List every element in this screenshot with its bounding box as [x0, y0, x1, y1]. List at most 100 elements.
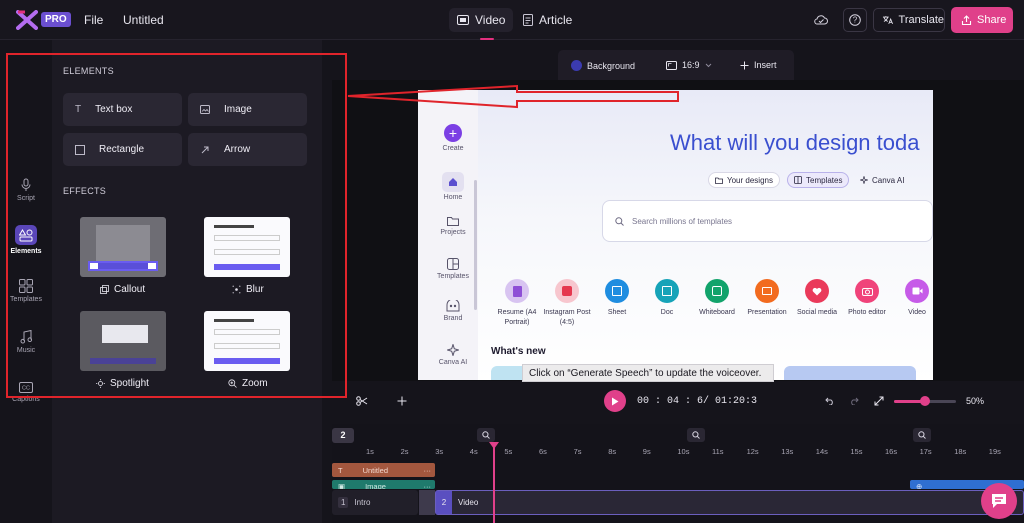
ruler-tick: 18s — [954, 447, 967, 456]
total-time: / 01:20:3 — [703, 396, 758, 407]
heart-icon — [805, 279, 829, 303]
expand-icon — [874, 396, 884, 406]
pill-canva-ai: Canva AI — [854, 172, 910, 188]
ruler-tick: 12s — [746, 447, 759, 456]
file-menu[interactable]: File — [84, 13, 103, 27]
background-swatch — [571, 60, 582, 71]
scene-intro-index: 1 — [338, 497, 349, 508]
zoom-slider-handle[interactable] — [920, 396, 930, 406]
scene-transition[interactable] — [419, 490, 435, 515]
category-video: Video — [892, 279, 933, 318]
ruler-tick: 7s — [573, 447, 582, 456]
top-bar: PRO File Untitled Video Article ? Transl… — [0, 0, 1024, 40]
ruler-tick: 14s — [815, 447, 828, 456]
undo-button[interactable] — [821, 392, 839, 410]
screenshot-hero-title: What will you design toda — [670, 130, 920, 155]
tab-article[interactable]: Article — [515, 8, 580, 32]
zoom-clip-icon: ⊕ — [916, 482, 923, 489]
pill-your-designs-label: Your designs — [727, 175, 773, 185]
fullscreen-button[interactable] — [870, 392, 888, 410]
category-presentation-label: Presentation — [747, 309, 787, 316]
ruler-tick: 1s — [366, 447, 374, 456]
screenshot-create-label: Create — [442, 145, 464, 152]
active-tab-indicator — [480, 38, 494, 40]
more-icon[interactable]: ··· — [424, 466, 432, 475]
document-title[interactable]: Untitled — [123, 13, 164, 27]
aspect-ratio-select[interactable]: 16:9 — [666, 60, 712, 70]
canvas-screenshot[interactable]: + Create Home Projects Templates Brand C… — [418, 90, 933, 380]
translate-button[interactable]: Translate — [873, 8, 945, 32]
background-button[interactable]: Background — [571, 60, 635, 71]
screenshot-search-placeholder: Search millions of templates — [632, 216, 733, 226]
share-label: Share — [977, 14, 1007, 26]
insert-button[interactable]: Insert — [740, 60, 777, 70]
category-sheet-label: Sheet — [607, 309, 627, 316]
template-icon — [447, 258, 459, 270]
category-instagram-label: Instagram Post (4:5) — [543, 309, 591, 326]
video-icon — [457, 15, 469, 25]
app-logo[interactable] — [16, 10, 38, 30]
document-icon — [523, 14, 533, 26]
text-clip-icon: T — [338, 465, 343, 475]
help-button[interactable]: ? — [843, 8, 867, 32]
presentation-icon — [755, 279, 779, 303]
zoom-marker-2[interactable] — [687, 428, 705, 442]
annotation-highlight-box — [6, 53, 347, 398]
camera-icon — [855, 279, 879, 303]
split-button[interactable] — [353, 392, 371, 410]
svg-text:?: ? — [853, 16, 858, 25]
screenshot-canva-ai: Canva AI — [428, 344, 478, 366]
ruler-tick: 16s — [885, 447, 898, 456]
ruler-tick: 11s — [712, 447, 724, 456]
annotation-arrow — [347, 84, 679, 109]
category-instagram: Instagram Post (4:5) — [542, 279, 592, 328]
zoom-slider[interactable] — [894, 396, 956, 406]
scene-video[interactable]: 2 Video — [435, 490, 1024, 515]
ruler-tick: 8s — [608, 447, 617, 456]
scissors-icon — [356, 396, 368, 406]
more-icon[interactable]: ··· — [424, 480, 432, 489]
canvas-toolbar: Background 16:9 Insert — [558, 50, 794, 80]
search-icon — [615, 216, 624, 226]
cloud-sync-button[interactable] — [810, 9, 832, 31]
playhead-handle[interactable] — [489, 442, 499, 449]
template-small-icon — [794, 176, 802, 184]
folder-icon — [447, 217, 459, 226]
screenshot-brand: Brand — [428, 300, 478, 322]
pro-badge: PRO — [41, 12, 71, 27]
scene-intro[interactable]: 1 Intro — [332, 490, 418, 515]
tab-video-label: Video — [475, 13, 506, 27]
home-icon — [442, 172, 464, 192]
category-resume-label: Resume (A4 Portrait) — [497, 309, 537, 326]
zoom-marker-1[interactable] — [477, 428, 495, 442]
tab-video[interactable]: Video — [449, 8, 514, 32]
ruler-tick: 15s — [850, 447, 863, 456]
cloud-icon — [814, 15, 828, 25]
zoom-marker-3[interactable] — [913, 428, 931, 442]
redo-button[interactable] — [845, 392, 863, 410]
timeline-text-clip[interactable]: T Untitled ··· — [332, 463, 435, 477]
category-doc-label: Doc — [660, 309, 674, 316]
timeline-image-clip[interactable]: ▣ Image ··· — [332, 480, 435, 489]
category-photo-editor: Photo editor — [842, 279, 892, 318]
voiceover-tooltip: Click on “Generate Speech” to update the… — [522, 364, 774, 382]
create-plus-icon: + — [444, 124, 462, 142]
insert-label: Insert — [754, 60, 777, 70]
ruler-tick: 19s — [988, 447, 1001, 456]
share-button[interactable]: Share — [951, 7, 1013, 33]
tab-article-label: Article — [539, 13, 573, 27]
question-icon: ? — [849, 14, 861, 26]
scene-intro-label: Intro — [354, 498, 371, 507]
play-button[interactable] — [604, 390, 626, 412]
playhead[interactable] — [493, 444, 495, 523]
image-clip-icon: ▣ — [338, 482, 346, 489]
category-social-media: Social media — [792, 279, 842, 318]
add-scene-button[interactable] — [393, 392, 411, 410]
screenshot-canva-ai-label: Canva AI — [438, 359, 468, 366]
share-icon — [961, 14, 972, 25]
support-chat-button[interactable] — [981, 483, 1017, 519]
image-clip-label: Image — [365, 482, 386, 489]
screenshot-templates-label: Templates — [437, 273, 469, 280]
screenshot-search: Search millions of templates — [602, 200, 933, 242]
play-icon — [612, 397, 619, 405]
